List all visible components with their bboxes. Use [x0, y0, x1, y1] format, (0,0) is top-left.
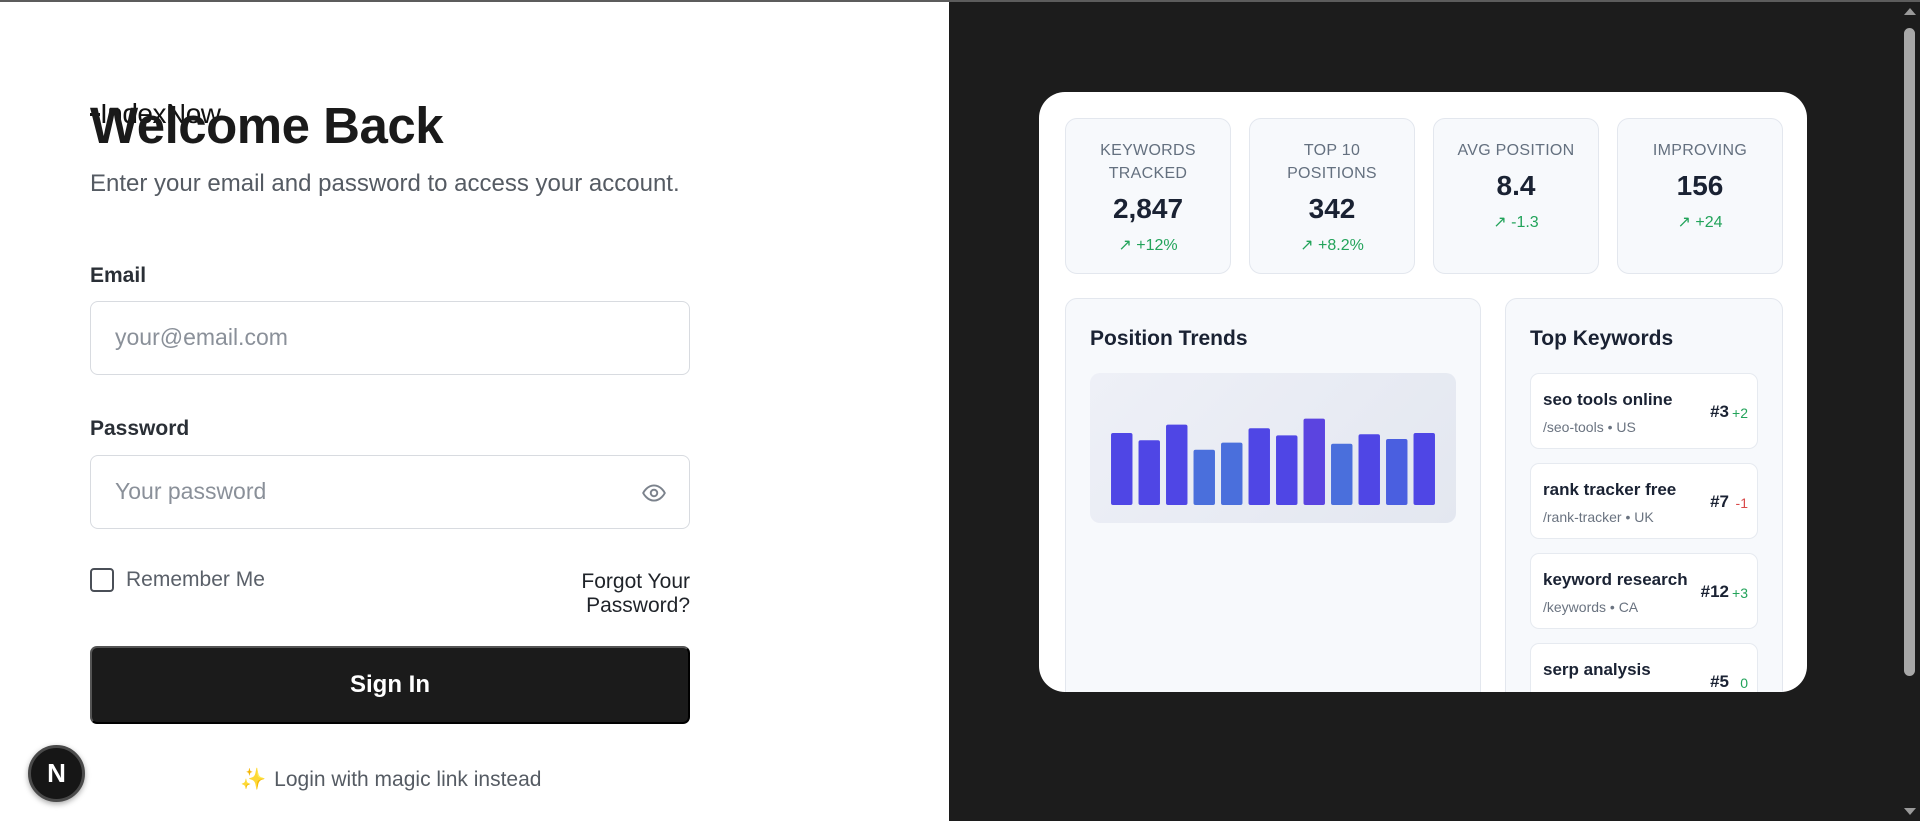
keyword-name: rank tracker free	[1543, 480, 1677, 499]
password-field[interactable]: Your password	[90, 455, 690, 529]
keyword-rank: #5	[1710, 672, 1729, 691]
stat-card: KEYWORDS TRACKED 2,847 ↗ +12%	[1065, 118, 1231, 274]
keyword-delta: +3	[1732, 585, 1748, 601]
sparkle-icon: ✨	[240, 768, 267, 791]
keyword-name: serp analysis	[1543, 660, 1651, 679]
forgot-password-link[interactable]: Forgot Your Password?	[480, 570, 690, 618]
trend-bar	[1358, 434, 1380, 505]
scroll-thumb[interactable]	[1904, 28, 1915, 676]
keyword-meta: /seo-tools • US	[1543, 419, 1636, 435]
keyword-item[interactable]: serp analysis #5 0	[1530, 643, 1758, 692]
remember-checkbox[interactable]	[90, 568, 114, 592]
email-field[interactable]: your@email.com	[90, 301, 690, 375]
trend-bar	[1413, 433, 1435, 505]
trend-chart	[1090, 373, 1456, 523]
email-label: Email	[90, 264, 147, 287]
dev-tools-badge[interactable]: N	[28, 745, 85, 802]
stat-label: AVG POSITION	[1457, 142, 1575, 159]
password-placeholder: Your password	[115, 478, 267, 504]
trend-bar	[1166, 424, 1188, 505]
stat-label: IMPROVING	[1652, 142, 1748, 159]
stat-card: TOP 10 POSITIONS 342 ↗ +8.2%	[1249, 118, 1415, 274]
trend-bar	[1331, 443, 1353, 505]
stat-card: AVG POSITION 8.4 ↗ -1.3	[1433, 118, 1599, 274]
keyword-rank: #3	[1710, 402, 1729, 421]
top-keywords-panel: Top Keywords seo tools online /seo-tools…	[1505, 298, 1783, 692]
sign-in-button[interactable]: Sign In	[90, 646, 690, 724]
remember-me[interactable]: Remember Me	[90, 568, 265, 592]
keyword-meta: /keywords • CA	[1543, 599, 1639, 615]
preview-pane: KEYWORDS TRACKED 2,847 ↗ +12% TOP 10 POS…	[949, 2, 1899, 821]
stat-change: ↗ +8.2%	[1300, 237, 1364, 254]
trend-bar	[1303, 418, 1325, 505]
position-trends-panel: Position Trends	[1065, 298, 1481, 692]
scroll-up-arrow-icon[interactable]	[1904, 8, 1916, 15]
stat-value: 8.4	[1496, 170, 1536, 201]
trend-bar	[1221, 442, 1243, 505]
keyword-item[interactable]: rank tracker free /rank-tracker • UK #7 …	[1530, 463, 1758, 539]
login-pane: IndexNow Welcome Back Enter your email a…	[0, 2, 949, 821]
stat-label: TOP 10 POSITIONS	[1287, 142, 1377, 182]
password-label: Password	[90, 417, 190, 440]
keyword-name: keyword research	[1543, 570, 1688, 589]
trend-bar	[1386, 439, 1408, 505]
keyword-delta: +2	[1732, 405, 1748, 421]
panel-title: Position Trends	[1090, 327, 1248, 350]
vertical-scrollbar[interactable]	[1899, 2, 1920, 821]
keyword-rank: #7	[1710, 492, 1729, 511]
panel-title: Top Keywords	[1530, 327, 1674, 350]
stat-change: ↗ +12%	[1118, 237, 1178, 254]
eye-icon[interactable]	[641, 480, 667, 506]
keyword-rank: #12	[1700, 582, 1729, 601]
stat-value: 342	[1308, 193, 1356, 224]
magic-link-label: Login with magic link instead	[274, 768, 542, 791]
trend-bar	[1111, 433, 1133, 505]
keyword-item[interactable]: keyword research /keywords • CA #12 +3	[1530, 553, 1758, 629]
trend-bar-chart	[1111, 418, 1435, 505]
keyword-name: seo tools online	[1543, 390, 1673, 409]
dashboard-preview-card: KEYWORDS TRACKED 2,847 ↗ +12% TOP 10 POS…	[1039, 92, 1807, 692]
scroll-down-arrow-icon[interactable]	[1904, 808, 1916, 815]
stat-change: ↗ -1.3	[1493, 214, 1539, 231]
trend-bar	[1138, 440, 1160, 505]
page-subtitle: Enter your email and password to access …	[90, 170, 680, 197]
magic-link-button[interactable]: ✨ Login with magic link instead	[240, 768, 541, 792]
remember-label: Remember Me	[126, 568, 265, 591]
email-placeholder: your@email.com	[115, 324, 288, 350]
stat-card: IMPROVING 156 ↗ +24	[1617, 118, 1783, 274]
stat-label: KEYWORDS TRACKED	[1100, 142, 1196, 182]
stat-value: 2,847	[1112, 193, 1184, 224]
trend-bar	[1193, 449, 1215, 505]
stat-value: 156	[1676, 170, 1724, 201]
page-title: Welcome Back	[90, 97, 444, 154]
trend-bar	[1276, 435, 1298, 505]
keyword-item[interactable]: seo tools online /seo-tools • US #3 +2	[1530, 373, 1758, 449]
keyword-meta: /rank-tracker • UK	[1543, 509, 1654, 525]
keyword-delta: -1	[1735, 495, 1748, 511]
trend-bar	[1248, 428, 1270, 505]
keyword-delta: 0	[1740, 675, 1748, 691]
stat-change: ↗ +24	[1677, 214, 1723, 231]
